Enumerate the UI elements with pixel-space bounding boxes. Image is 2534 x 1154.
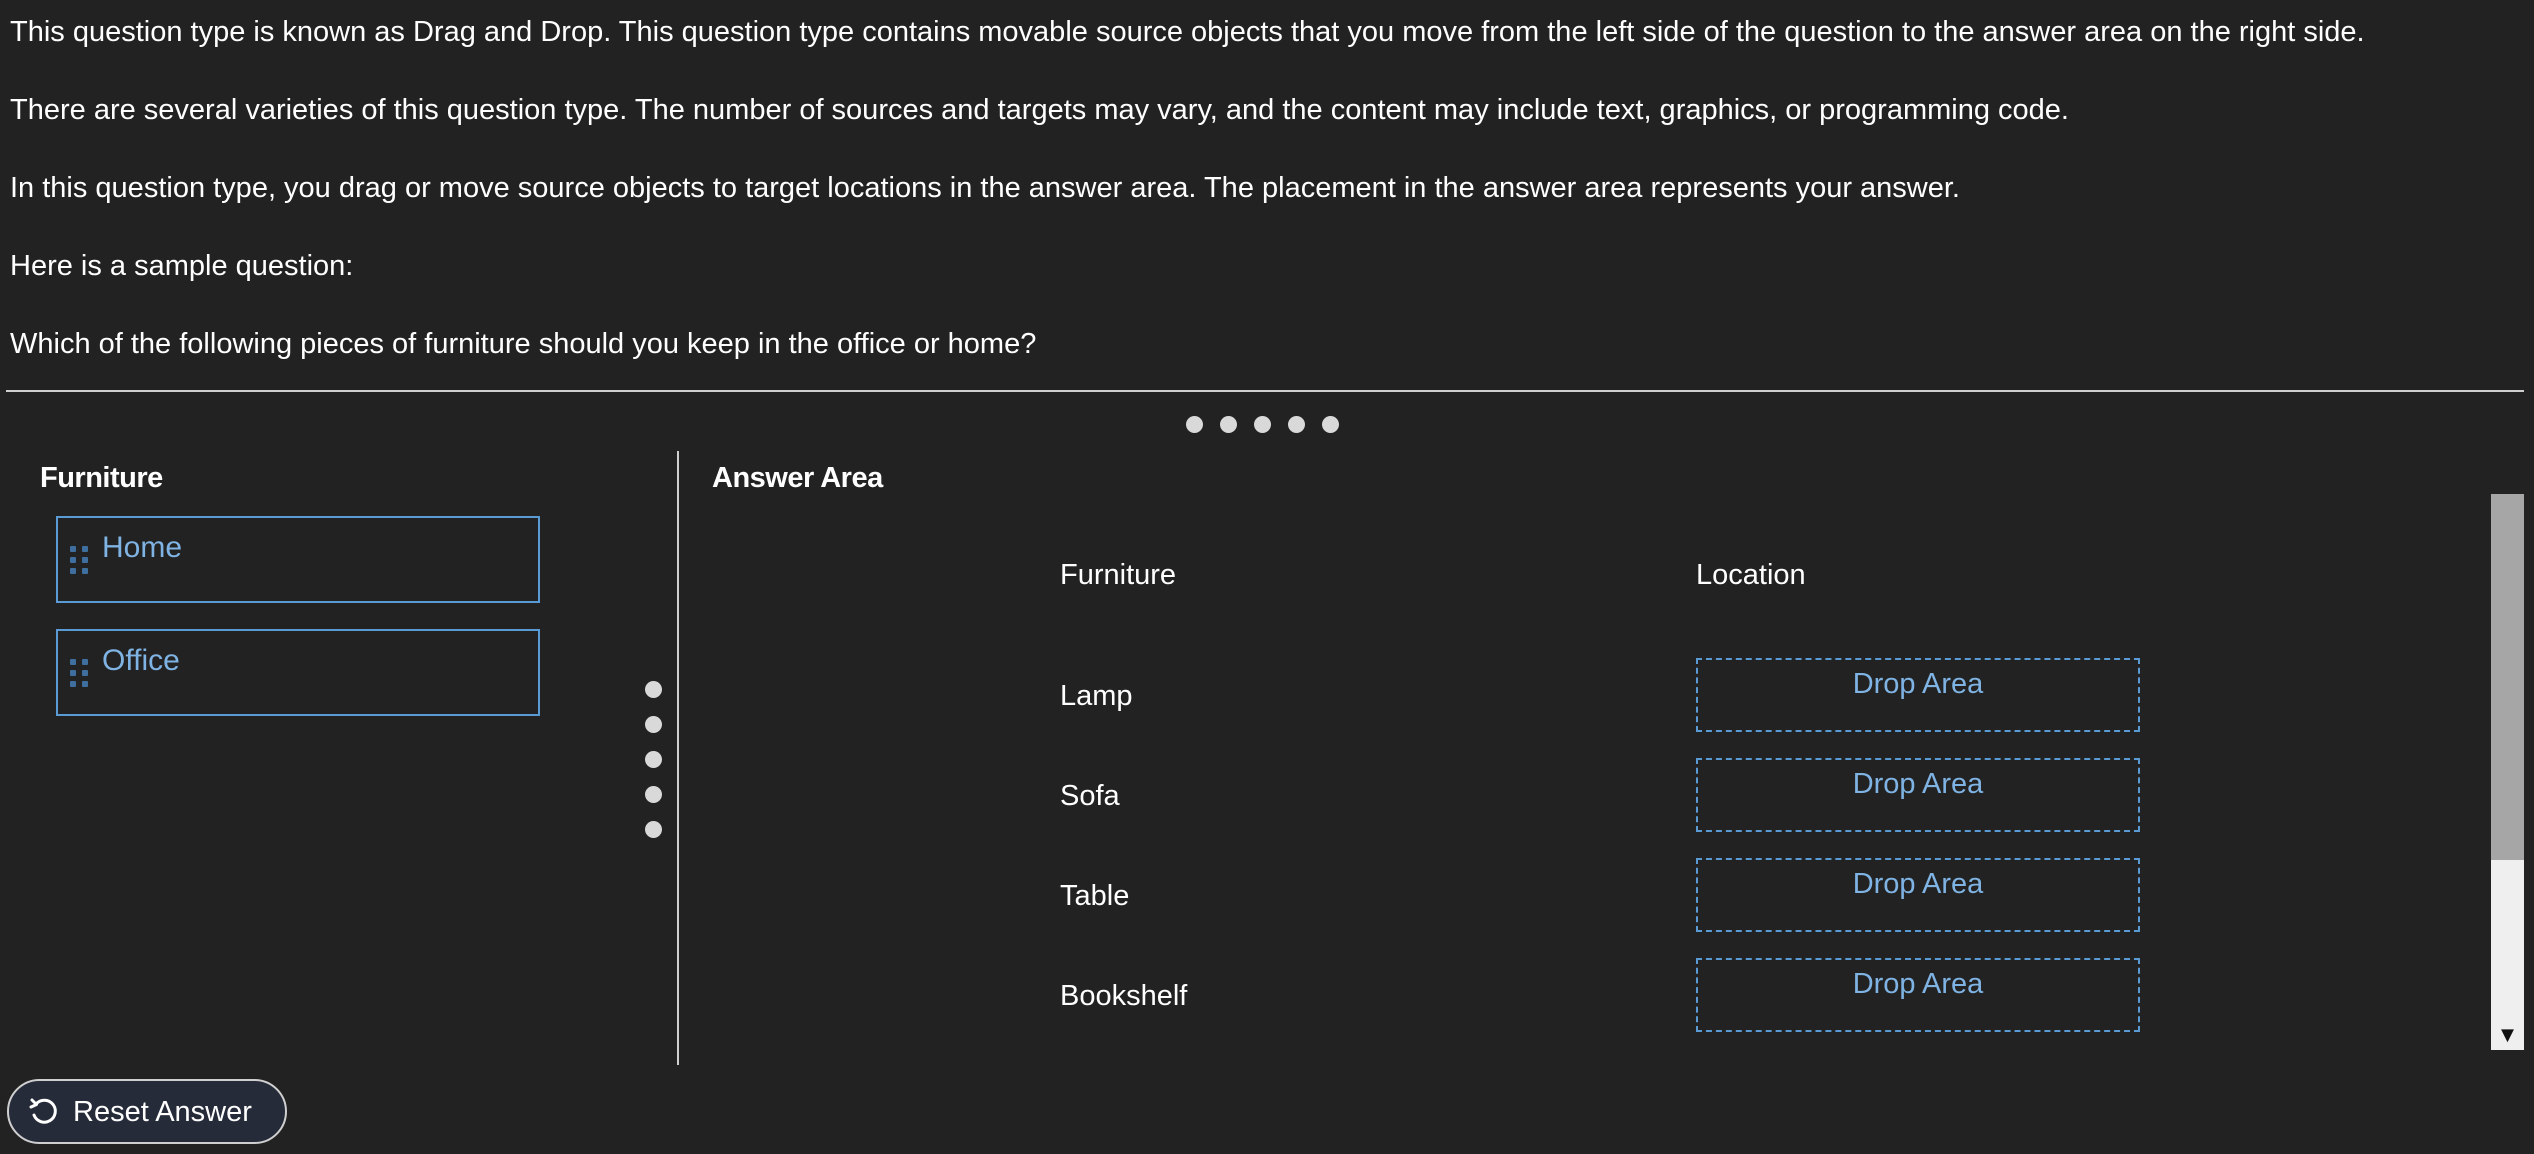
answer-area-title: Answer Area xyxy=(712,462,883,494)
drag-item-home[interactable]: Home xyxy=(56,516,540,603)
column-header-location: Location xyxy=(1696,559,1806,591)
splitter-dot xyxy=(1220,416,1237,433)
drop-area-label: Drop Area xyxy=(1852,668,1984,700)
reset-answer-label: Reset Answer xyxy=(73,1096,252,1128)
splitter-dot xyxy=(1288,416,1305,433)
row-label-bookshelf: Bookshelf xyxy=(1060,980,1188,1012)
row-label-sofa: Sofa xyxy=(1060,780,1120,812)
answer-area-scrollbar[interactable]: ▼ xyxy=(2491,494,2524,1050)
question-text: Which of the following pieces of furnitu… xyxy=(10,328,1037,360)
horizontal-splitter-handle[interactable] xyxy=(1186,416,1339,433)
drag-handle-icon[interactable] xyxy=(70,546,88,574)
vertical-splitter-handle[interactable] xyxy=(645,681,662,838)
drop-area-table[interactable]: Drop Area xyxy=(1696,858,2140,932)
instruction-paragraph-4: Here is a sample question: xyxy=(10,250,354,282)
splitter-dot xyxy=(645,681,662,698)
drop-area-label: Drop Area xyxy=(1852,768,1984,800)
row-label-table: Table xyxy=(1060,880,1130,912)
splitter-dot xyxy=(645,821,662,838)
column-header-furniture: Furniture xyxy=(1060,559,1177,591)
section-divider xyxy=(6,390,2524,392)
instruction-paragraph-1: This question type is known as Drag and … xyxy=(10,16,2365,48)
instruction-paragraph-2: There are several varieties of this ques… xyxy=(10,94,2069,126)
drop-area-sofa[interactable]: Drop Area xyxy=(1696,758,2140,832)
splitter-dot xyxy=(1322,416,1339,433)
reset-answer-button[interactable]: Reset Answer xyxy=(7,1079,287,1144)
drop-area-label: Drop Area xyxy=(1852,868,1984,900)
drop-area-label: Drop Area xyxy=(1852,968,1984,1000)
splitter-dot xyxy=(1254,416,1271,433)
drag-handle-icon[interactable] xyxy=(70,659,88,687)
row-label-lamp: Lamp xyxy=(1060,680,1133,712)
drag-item-label: Home xyxy=(102,531,183,564)
drop-area-lamp[interactable]: Drop Area xyxy=(1696,658,2140,732)
drop-area-bookshelf[interactable]: Drop Area xyxy=(1696,958,2140,1032)
splitter-dot xyxy=(645,786,662,803)
reset-icon xyxy=(29,1098,57,1124)
splitter-dot xyxy=(1186,416,1203,433)
instruction-paragraph-3: In this question type, you drag or move … xyxy=(10,172,1960,204)
splitter-dot xyxy=(645,751,662,768)
arrow-down-icon[interactable]: ▼ xyxy=(2491,1020,2524,1050)
drag-item-label: Office xyxy=(102,644,180,677)
splitter-dot xyxy=(645,716,662,733)
pane-divider xyxy=(677,451,679,1065)
source-pane-title: Furniture xyxy=(40,462,163,494)
scrollbar-thumb[interactable] xyxy=(2491,494,2524,860)
drag-item-office[interactable]: Office xyxy=(56,629,540,716)
